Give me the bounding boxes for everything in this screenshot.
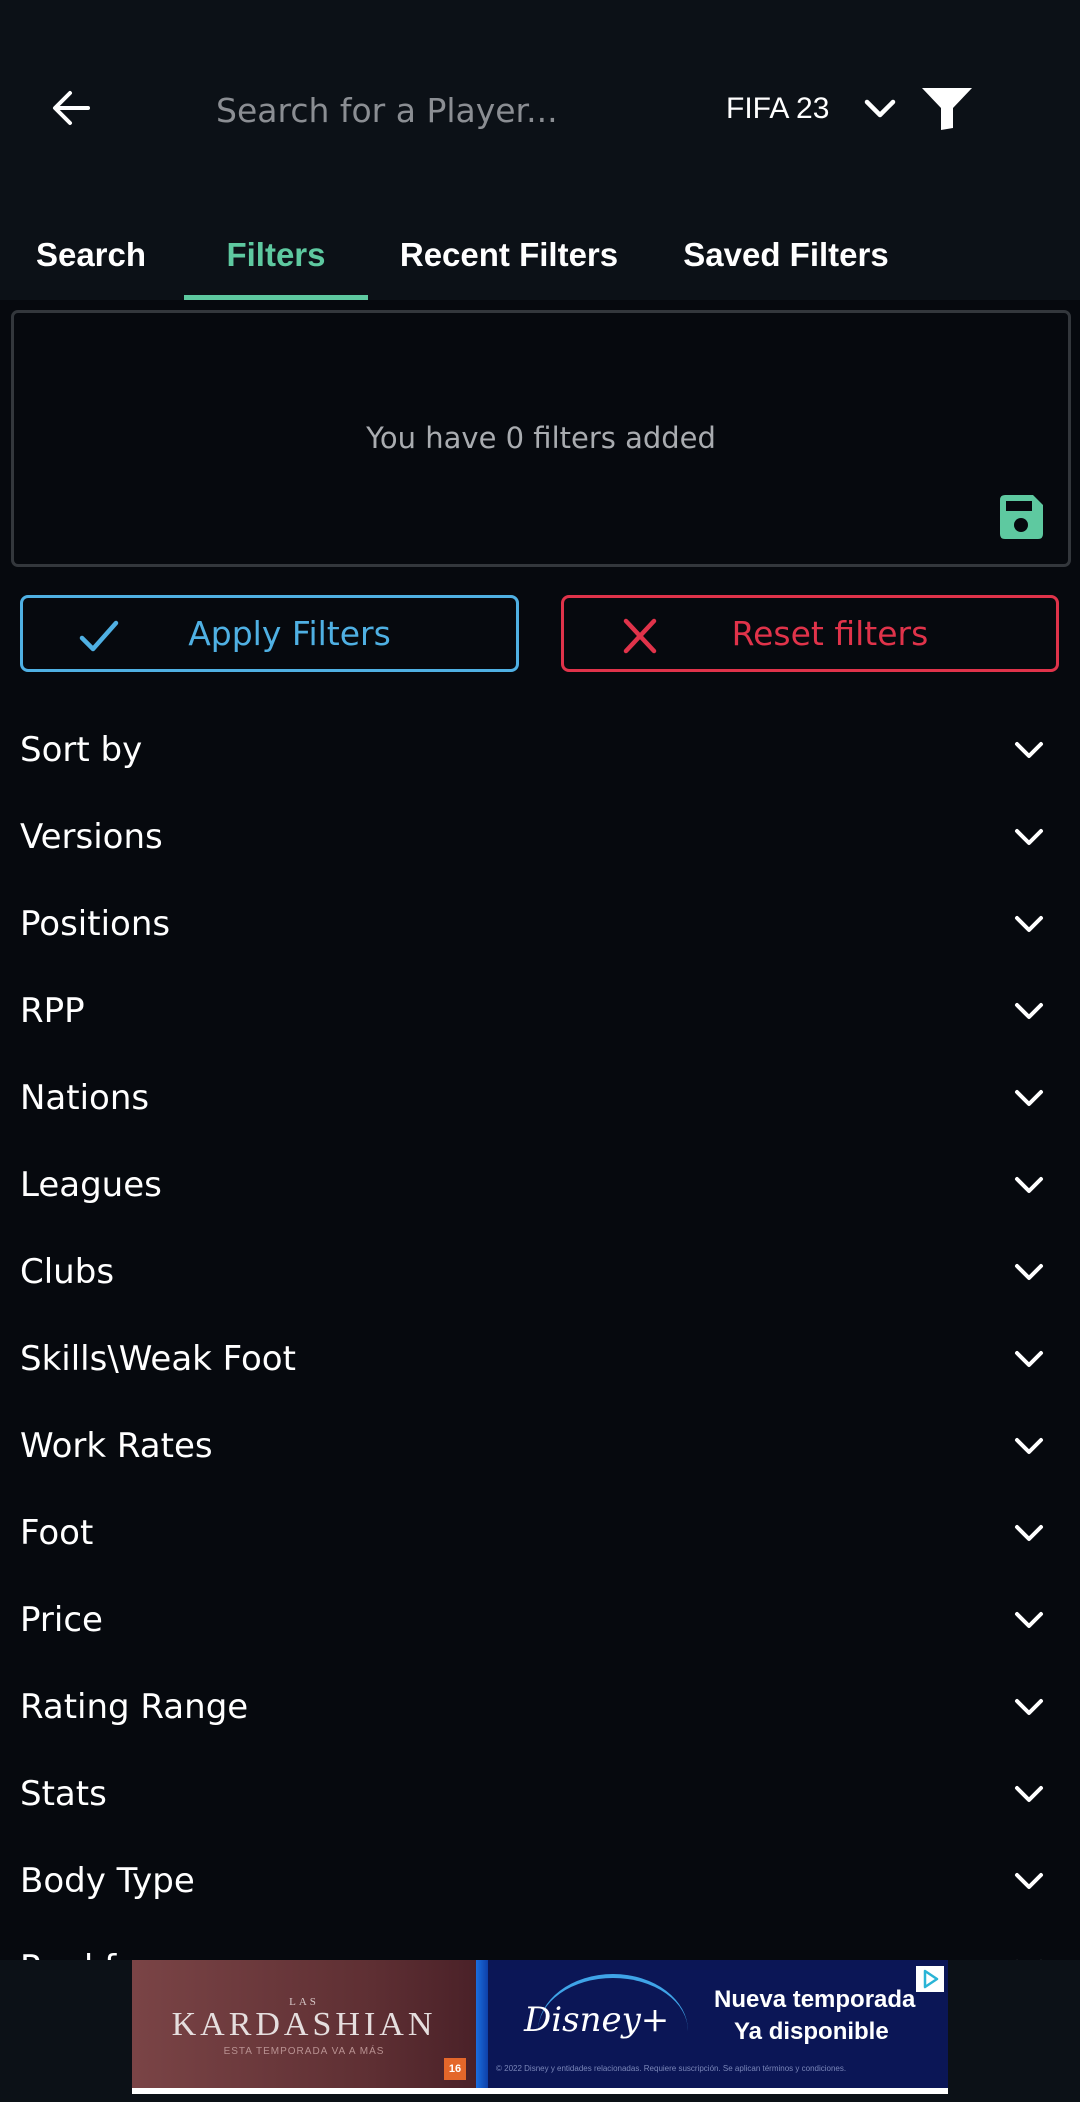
ad-left-panel: LAS KARDASHIAN ESTA TEMPORADA VA A MÁS 1…	[132, 1960, 476, 2088]
chevron-down-icon	[1015, 1350, 1043, 1367]
filter-sections-list: Sort by Versions Positions RPP Nations League…	[0, 706, 1080, 2011]
chevron-down-icon	[1015, 1089, 1043, 1106]
adchoices-button[interactable]	[916, 1966, 944, 1992]
arrow-left-icon	[53, 91, 90, 125]
filter-section-label: Nations	[20, 1077, 150, 1118]
filter-section-row[interactable]: Rating Range	[0, 1663, 1080, 1750]
chevron-down-icon	[1015, 1437, 1043, 1454]
tab-bar: Search Filters Recent Filters Saved Filt…	[0, 215, 1080, 300]
chevron-down-icon	[1015, 741, 1043, 758]
ad-headline: Nueva temporada	[714, 1986, 916, 2013]
filter-section-label: Positions	[20, 903, 171, 944]
filters-count-message: You have 0 filters added	[366, 421, 716, 455]
chevron-down-icon	[1015, 1872, 1043, 1889]
chevron-down-icon	[1015, 1263, 1043, 1280]
chevron-down-icon	[1015, 1524, 1043, 1541]
tab-search[interactable]: Search	[18, 215, 164, 295]
filter-section-row[interactable]: Nations	[0, 1054, 1080, 1141]
ad-brand-logo: Disney+	[524, 2000, 670, 2040]
ad-right-panel: Disney+ Nueva temporada Ya disponible © …	[488, 1960, 948, 2088]
chevron-down-icon	[1015, 1002, 1043, 1019]
filter-section-label: Body Type	[20, 1860, 195, 1901]
filter-button[interactable]	[920, 86, 974, 130]
floppy-disk-icon	[1000, 495, 1043, 539]
filter-section-row[interactable]: Skills\Weak Foot	[0, 1315, 1080, 1402]
filter-section-label: Stats	[20, 1773, 107, 1814]
reset-filters-label: Reset filters	[731, 614, 929, 653]
filter-section-label: Rating Range	[20, 1686, 249, 1727]
filter-section-label: Leagues	[20, 1164, 162, 1205]
filter-section-row[interactable]: Versions	[0, 793, 1080, 880]
filter-section-label: Skills\Weak Foot	[20, 1338, 296, 1379]
chevron-down-icon	[1015, 828, 1043, 845]
tab-filters[interactable]: Filters	[184, 215, 368, 295]
filter-section-label: Price	[20, 1599, 103, 1640]
chevron-down-icon	[1015, 1785, 1043, 1802]
filter-section-row[interactable]: Clubs	[0, 1228, 1080, 1315]
age-rating-badge: 16	[444, 2058, 466, 2080]
ad-show-title: KARDASHIAN	[171, 2006, 437, 2043]
filter-section-row[interactable]: Foot	[0, 1489, 1080, 1576]
player-search-input[interactable]	[214, 84, 688, 136]
chevron-down-icon	[1015, 915, 1043, 932]
ad-legal-text: © 2022 Disney y entidades relacionadas. …	[496, 2064, 847, 2073]
reset-filters-button[interactable]: Reset filters	[561, 595, 1059, 672]
chevron-down-icon	[1015, 1176, 1043, 1193]
filter-section-row[interactable]: Work Rates	[0, 1402, 1080, 1489]
filter-section-label: Work Rates	[20, 1425, 213, 1466]
apply-filters-button[interactable]: Apply Filters	[20, 595, 519, 672]
chevron-down-icon	[1015, 1698, 1043, 1715]
back-button[interactable]	[48, 86, 96, 130]
adchoices-icon	[923, 1969, 939, 1989]
advertisement-banner[interactable]: LAS KARDASHIAN ESTA TEMPORADA VA A MÁS 1…	[132, 1960, 948, 2088]
funnel-icon	[922, 88, 972, 130]
apply-filters-label: Apply Filters	[188, 614, 391, 653]
ad-bottom-bar	[132, 2088, 948, 2094]
game-version-label: FIFA 23	[726, 92, 830, 125]
filter-section-row[interactable]: Price	[0, 1576, 1080, 1663]
filter-section-label: RPP	[20, 990, 85, 1031]
filter-section-row[interactable]: Positions	[0, 880, 1080, 967]
ad-subheadline: Ya disponible	[734, 2018, 889, 2045]
tab-saved-filters[interactable]: Saved Filters	[666, 215, 906, 295]
filter-section-row[interactable]: Body Type	[0, 1837, 1080, 1924]
game-version-dropdown[interactable]: FIFA 23	[726, 86, 897, 132]
filter-section-label: Clubs	[20, 1251, 115, 1292]
active-tab-indicator	[184, 295, 368, 300]
tab-recent-filters[interactable]: Recent Filters	[388, 215, 630, 295]
chevron-down-icon	[1015, 1611, 1043, 1628]
chevron-down-icon	[865, 99, 896, 118]
ad-banner-strip: LAS KARDASHIAN ESTA TEMPORADA VA A MÁS 1…	[0, 1960, 1080, 2102]
ad-show-subtitle: ESTA TEMPORADA VA A MÁS	[223, 2046, 385, 2057]
filter-section-row[interactable]: Stats	[0, 1750, 1080, 1837]
filter-section-label: Sort by	[20, 729, 143, 770]
filter-section-label: Versions	[20, 816, 163, 857]
filter-section-row[interactable]: RPP	[0, 967, 1080, 1054]
filter-section-row[interactable]: Sort by	[0, 706, 1080, 793]
filter-section-label: Foot	[20, 1512, 94, 1553]
save-filters-button[interactable]	[996, 492, 1046, 542]
active-filters-panel: You have 0 filters added	[11, 310, 1071, 567]
top-app-bar: FIFA 23 Search Filters Recent Filters Sa…	[0, 0, 1080, 300]
ad-divider	[476, 1960, 488, 2088]
filter-section-row[interactable]: Leagues	[0, 1141, 1080, 1228]
